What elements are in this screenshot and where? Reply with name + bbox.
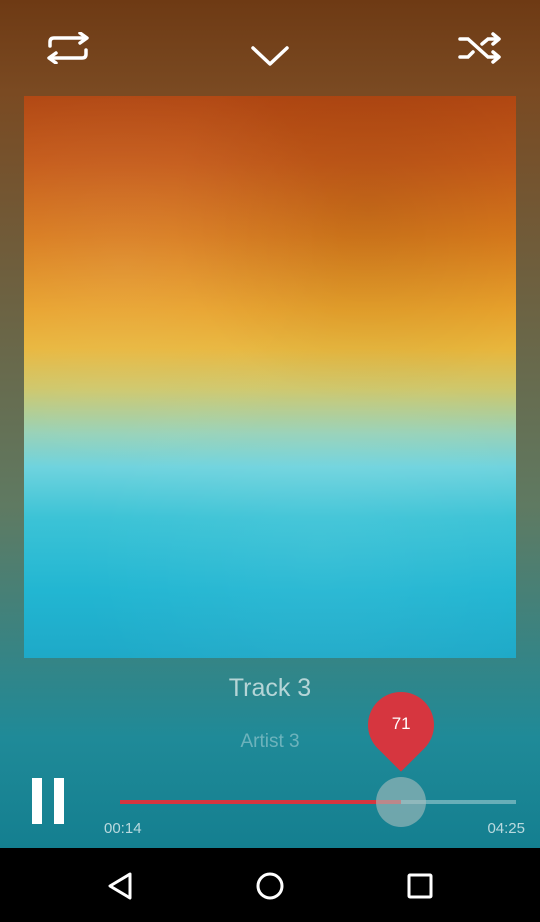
nav-home-button[interactable] (242, 860, 298, 912)
current-time: 00:14 (104, 820, 142, 837)
chevron-down-icon (251, 46, 289, 66)
pause-icon-bar-left (32, 778, 42, 824)
home-circle-icon (256, 872, 284, 900)
shuffle-icon (458, 32, 501, 64)
top-bar (0, 0, 540, 96)
seek-progress (120, 800, 402, 804)
repeat-button[interactable] (40, 20, 96, 76)
seek-bar[interactable] (120, 777, 516, 827)
duration: 04:25 (487, 820, 525, 837)
artist-name: Artist 3 (240, 731, 300, 752)
system-nav-bar (0, 850, 540, 922)
seek-value-bubble: 71 (354, 678, 448, 772)
pause-button[interactable] (30, 778, 66, 824)
track-title: Track 3 (228, 674, 312, 702)
repeat-icon (47, 32, 89, 64)
back-triangle-icon (108, 872, 132, 900)
pause-icon-bar-right (54, 778, 64, 824)
shuffle-button[interactable] (452, 20, 508, 76)
seek-thumb[interactable] (376, 777, 427, 827)
album-art (24, 96, 516, 658)
nav-recents-button[interactable] (392, 860, 448, 912)
collapse-button[interactable] (242, 28, 298, 84)
nav-back-button[interactable] (92, 860, 148, 912)
recents-square-icon (407, 873, 433, 899)
seek-value-label: 71 (391, 714, 411, 733)
